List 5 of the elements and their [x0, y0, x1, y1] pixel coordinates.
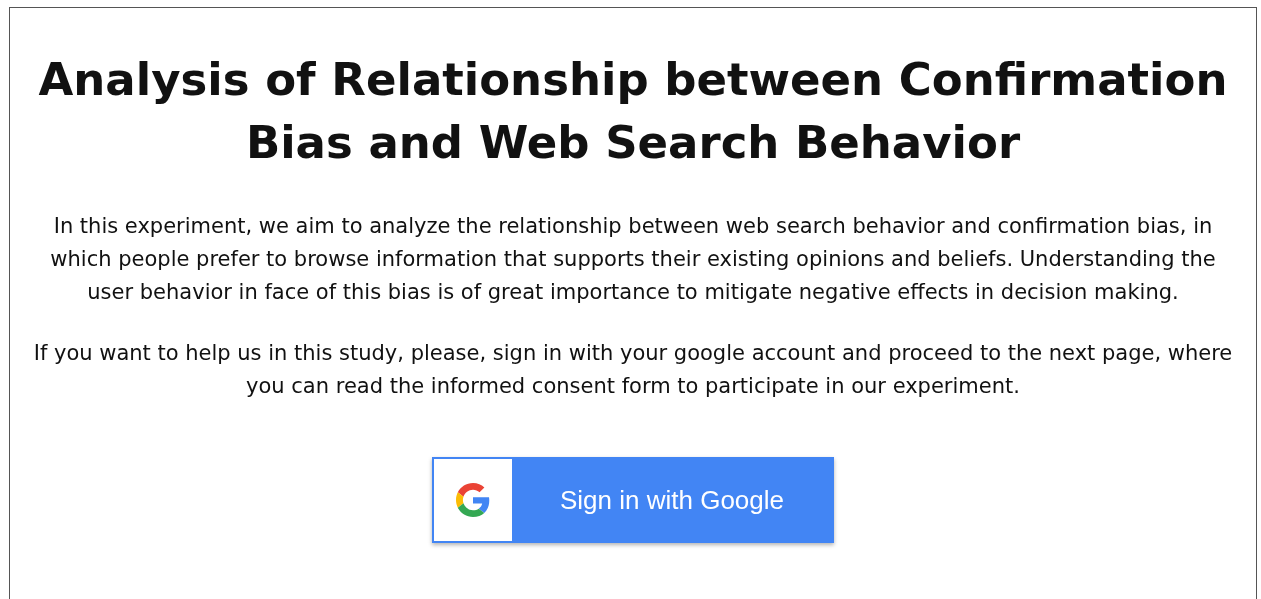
- google-sign-in-button[interactable]: Sign in with Google: [432, 457, 834, 543]
- google-g-icon: [456, 483, 490, 517]
- intro-paragraph: If you want to help us in this study, please, sign in with your google account and proceed to the next page, where you can read the informed consent form to participate in our experiment.: [32, 340, 1234, 400]
- page-title: Analysis of Relationship between Confirmation Bias and Web Search Behavior: [37, 52, 1229, 171]
- intro-paragraph: In this experiment, we aim to analyze the relationship between web search behavior and confirmation bias, in which people prefer to browse information that supports their existing opinions and beliefs. Understanding the user behavior in face of this bias is of great importance to mitigate negative effects in decision making.: [49, 213, 1217, 306]
